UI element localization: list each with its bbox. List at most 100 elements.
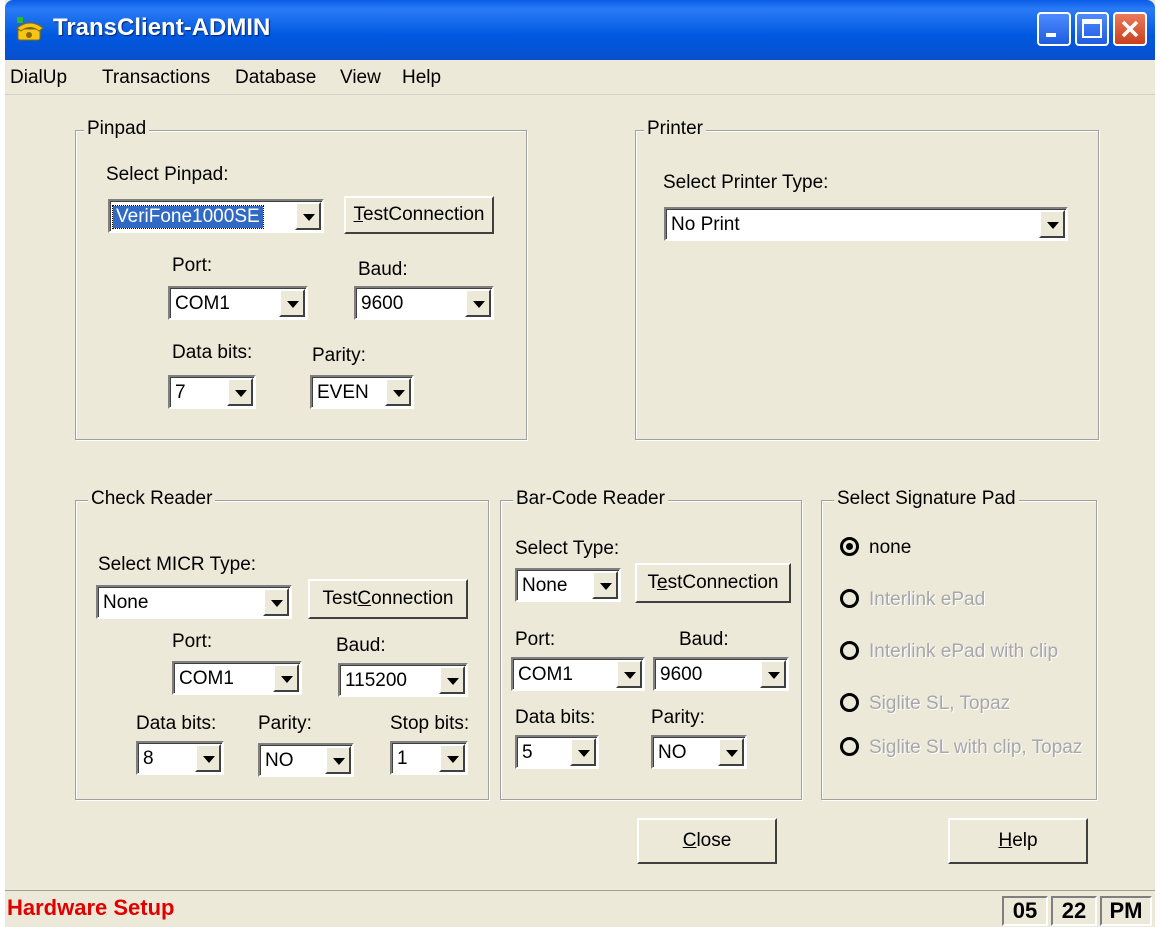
close-button[interactable]: Close xyxy=(637,818,777,864)
barcode-parity-value: NO xyxy=(658,742,687,763)
check-reader-stopbits-value: 1 xyxy=(397,748,408,769)
pinpad-port-label: Port: xyxy=(172,255,213,276)
maximize-button[interactable] xyxy=(1075,12,1109,46)
signature-radio-label: Interlink ePad xyxy=(869,589,986,610)
pinpad-legend: Pinpad xyxy=(84,118,150,140)
signature-radio-label: Interlink ePad with clip xyxy=(869,641,1059,662)
minimize-icon xyxy=(1046,33,1056,37)
pinpad-databits-select[interactable]: 7 xyxy=(168,375,256,409)
menu-database[interactable]: Database xyxy=(235,67,316,89)
select-printer-type-label: Select Printer Type: xyxy=(663,172,829,193)
pinpad-group: Pinpad Select Pinpad: VeriFone1000SE Tes… xyxy=(75,118,527,440)
check-reader-group: Check Reader Select MICR Type: None Test… xyxy=(75,488,489,800)
chevron-down-icon[interactable] xyxy=(273,664,299,692)
menu-bar: DialUp Transactions Database View Help xyxy=(5,60,1155,95)
select-pinpad-label: Select Pinpad: xyxy=(106,164,229,185)
signature-radio-interlink-epad[interactable]: Interlink ePad xyxy=(840,589,985,611)
help-button[interactable]: Help xyxy=(948,818,1088,864)
barcode-databits-label: Data bits: xyxy=(515,707,596,728)
barcode-baud-label: Baud: xyxy=(679,629,729,650)
menu-view[interactable]: View xyxy=(340,67,381,89)
radio-icon xyxy=(840,737,859,756)
radio-icon xyxy=(840,589,859,608)
pinpad-parity-label: Parity: xyxy=(312,345,366,366)
chevron-down-icon[interactable] xyxy=(760,660,786,688)
chevron-down-icon[interactable] xyxy=(616,660,642,688)
chevron-down-icon[interactable] xyxy=(592,571,618,599)
chevron-down-icon[interactable] xyxy=(279,289,305,317)
printer-type-value: No Print xyxy=(671,214,740,235)
select-micr-type-label: Select MICR Type: xyxy=(98,554,257,575)
micr-type-value: None xyxy=(103,592,149,613)
check-reader-port-select[interactable]: COM1 xyxy=(172,661,302,695)
chevron-down-icon[interactable] xyxy=(325,746,351,774)
chevron-down-icon[interactable] xyxy=(263,588,289,616)
pinpad-select[interactable]: VeriFone1000SE xyxy=(108,199,324,233)
pinpad-test-connection-label: TestConnection xyxy=(353,204,485,225)
chevron-down-icon[interactable] xyxy=(439,666,465,694)
close-icon xyxy=(1121,20,1139,38)
pinpad-parity-value: EVEN xyxy=(317,382,369,403)
close-button-label: Close xyxy=(682,830,732,851)
phone-app-icon xyxy=(16,17,44,41)
signature-radio-siglite[interactable]: Siglite SL, Topaz xyxy=(840,693,1010,715)
barcode-reader-group: Bar-Code Reader Select Type: None TestCo… xyxy=(500,488,802,800)
app-window: TransClient-ADMIN DialUp Transactions Da… xyxy=(5,0,1155,927)
status-title: Hardware Setup xyxy=(7,895,175,920)
barcode-port-label: Port: xyxy=(515,629,556,650)
check-reader-test-connection-button[interactable]: TestConnection xyxy=(308,579,468,619)
chevron-down-icon[interactable] xyxy=(295,202,321,230)
signature-radio-label: Siglite SL, Topaz xyxy=(869,693,1011,714)
chevron-down-icon[interactable] xyxy=(570,738,596,766)
barcode-test-connection-label: TestConnection xyxy=(647,572,779,593)
menu-help[interactable]: Help xyxy=(402,67,441,89)
pinpad-port-select[interactable]: COM1 xyxy=(168,286,308,320)
pinpad-databits-value: 7 xyxy=(175,382,186,403)
menu-transactions[interactable]: Transactions xyxy=(102,67,210,89)
barcode-databits-value: 5 xyxy=(522,742,533,763)
printer-legend: Printer xyxy=(644,118,706,140)
chevron-down-icon[interactable] xyxy=(227,378,253,406)
chevron-down-icon[interactable] xyxy=(718,738,744,766)
chevron-down-icon[interactable] xyxy=(465,289,491,317)
barcode-databits-select[interactable]: 5 xyxy=(515,735,599,769)
check-reader-port-value: COM1 xyxy=(179,668,234,689)
check-reader-port-label: Port: xyxy=(172,631,213,652)
check-reader-databits-value: 8 xyxy=(143,748,154,769)
barcode-port-select[interactable]: COM1 xyxy=(511,657,645,691)
minimize-button[interactable] xyxy=(1037,12,1071,46)
check-reader-baud-select[interactable]: 115200 xyxy=(338,663,468,697)
check-reader-databits-select[interactable]: 8 xyxy=(136,741,224,775)
printer-group: Printer Select Printer Type: No Print xyxy=(635,118,1099,440)
chevron-down-icon[interactable] xyxy=(439,744,465,772)
status-bar: Hardware Setup 05 22 PM xyxy=(5,890,1155,927)
signature-radio-interlink-epad-clip[interactable]: Interlink ePad with clip xyxy=(840,641,1058,663)
radio-selected-icon xyxy=(840,537,859,556)
title-bar[interactable]: TransClient-ADMIN xyxy=(5,0,1155,60)
pinpad-parity-select[interactable]: EVEN xyxy=(310,375,414,409)
menu-dialup[interactable]: DialUp xyxy=(10,67,67,89)
signature-radio-none[interactable]: none xyxy=(840,537,911,559)
pinpad-test-connection-button[interactable]: TestConnection xyxy=(344,196,494,234)
check-reader-test-connection-label: TestConnection xyxy=(322,588,454,609)
pinpad-baud-value: 9600 xyxy=(361,293,404,314)
check-reader-stopbits-select[interactable]: 1 xyxy=(390,741,468,775)
barcode-baud-select[interactable]: 9600 xyxy=(653,657,789,691)
barcode-test-connection-button[interactable]: TestConnection xyxy=(635,563,791,603)
signature-pad-group: Select Signature Pad none Interlink ePad… xyxy=(821,488,1097,800)
barcode-parity-select[interactable]: NO xyxy=(651,735,747,769)
chevron-down-icon[interactable] xyxy=(1039,210,1065,238)
radio-icon xyxy=(840,641,859,660)
chevron-down-icon[interactable] xyxy=(195,744,221,772)
printer-type-select[interactable]: No Print xyxy=(664,207,1068,241)
pinpad-baud-select[interactable]: 9600 xyxy=(354,286,494,320)
barcode-type-select[interactable]: None xyxy=(515,568,621,602)
close-window-button[interactable] xyxy=(1113,12,1147,46)
barcode-reader-legend: Bar-Code Reader xyxy=(513,488,668,510)
pinpad-port-value: COM1 xyxy=(175,293,230,314)
radio-icon xyxy=(840,693,859,712)
micr-type-select[interactable]: None xyxy=(96,585,292,619)
chevron-down-icon[interactable] xyxy=(385,378,411,406)
check-reader-parity-select[interactable]: NO xyxy=(258,743,354,777)
signature-radio-siglite-clip[interactable]: Siglite SL with clip, Topaz xyxy=(840,737,1082,759)
